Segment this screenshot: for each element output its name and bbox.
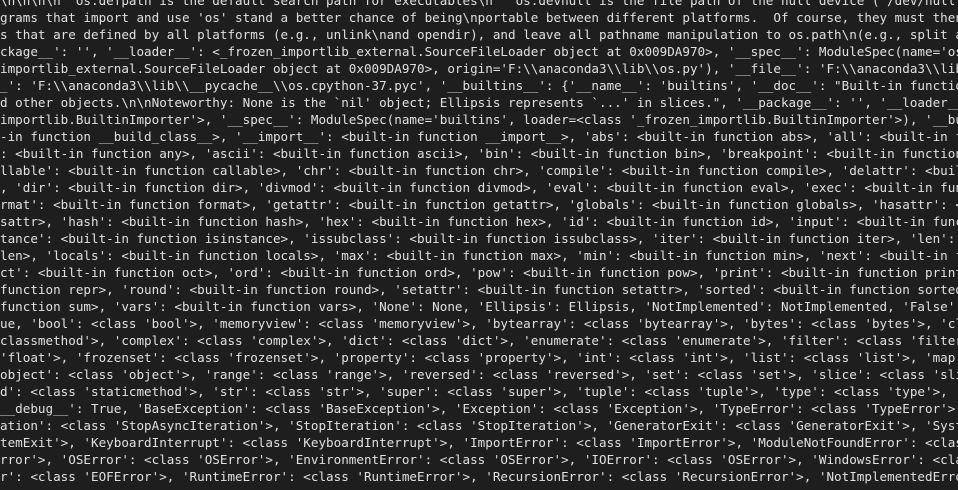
terminal-line: : <built-in function any>, 'ascii': <bui… xyxy=(0,146,958,161)
terminal-line: rmat': <built-in function format>, 'geta… xyxy=(0,197,958,212)
terminal-line: importlib_external.SourceFileLoader obje… xyxy=(0,61,958,76)
terminal-line: , 'dir': <built-in function dir>, 'divmo… xyxy=(0,180,958,195)
terminal-line: function sum>, 'vars': <built-in functio… xyxy=(0,299,958,314)
terminal-line: 'float'>, 'frozenset': <class 'frozenset… xyxy=(0,350,958,365)
terminal-line: ue, 'bool': <class 'bool'>, 'memoryview'… xyxy=(0,316,958,331)
terminal-line: ckage__': '', '__loader__': <_frozen_imp… xyxy=(0,44,958,59)
terminal-line: \n\n\n\n os.defpath is the default searc… xyxy=(0,0,958,8)
terminal-output[interactable]: \n\n\n\n os.defpath is the default searc… xyxy=(0,0,958,490)
terminal-line: rror'>, 'OSError': <class 'OSError'>, 'E… xyxy=(0,452,958,467)
terminal-line: s that are defined by all platforms (e.g… xyxy=(0,27,958,42)
terminal-line: ation': <class 'StopAsyncIteration'>, 'S… xyxy=(0,418,958,433)
terminal-line: temExit'>, 'KeyboardInterrupt': <class '… xyxy=(0,435,958,450)
terminal-line: importlib.BuiltinImporter'>, '__spec__':… xyxy=(0,112,958,127)
terminal-line: len>, 'locals': <built-in function local… xyxy=(0,248,958,263)
terminal-line: __debug__': True, 'BaseException': <clas… xyxy=(0,401,958,416)
terminal-line: grams that import and use 'os' stand a b… xyxy=(0,10,958,25)
terminal-line: sattr>, 'hash': <built-in function hash>… xyxy=(0,214,958,229)
terminal-line: r': <class 'EOFError'>, 'RuntimeError': … xyxy=(0,469,958,484)
terminal-line: llable': <built-in function callable>, '… xyxy=(0,163,958,178)
terminal-line: d': <class 'staticmethod'>, 'str': <clas… xyxy=(0,384,958,399)
terminal-line: ct': <built-in function oct>, 'ord': <bu… xyxy=(0,265,958,280)
terminal-line: object': <class 'object'>, 'range': <cla… xyxy=(0,367,958,382)
terminal-line: d other objects.\n\nNoteworthy: None is … xyxy=(0,95,958,110)
terminal-line: function repr>, 'round': <built-in funct… xyxy=(0,282,958,297)
terminal-line: _': 'F:\\anaconda3\\lib\\__pycache__\\os… xyxy=(0,78,958,93)
terminal-line: classmethod'>, 'complex': <class 'comple… xyxy=(0,333,958,348)
terminal-line: -in function __build_class__>, '__import… xyxy=(0,129,958,144)
terminal-line: tance': <built-in function isinstance>, … xyxy=(0,231,958,246)
